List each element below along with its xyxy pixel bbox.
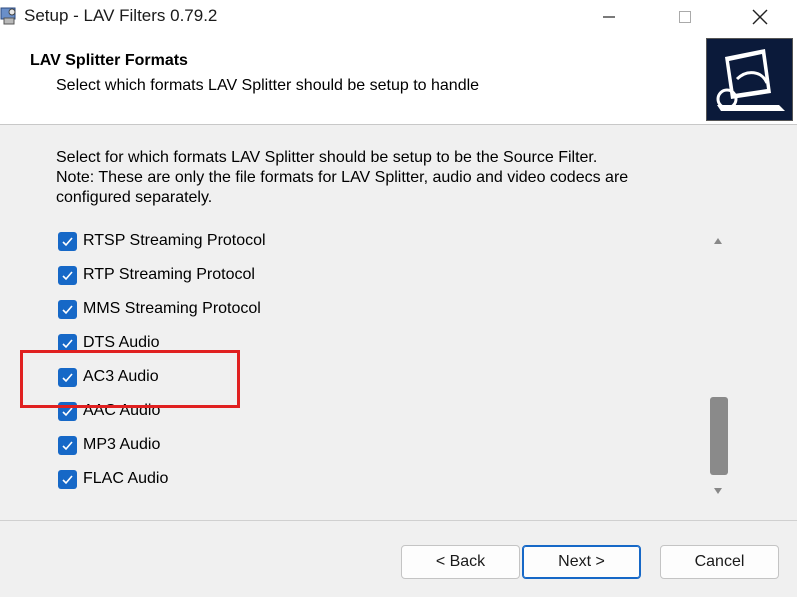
description-line-1: Select for which formats LAV Splitter sh… (56, 149, 598, 166)
installer-logo (706, 38, 793, 121)
checkbox-checked[interactable] (58, 469, 77, 489)
format-label: DTS Audio (83, 334, 160, 351)
format-item-dts[interactable]: DTS Audio (58, 331, 159, 355)
maximize-icon (679, 11, 691, 23)
formats-list: RTSP Streaming Protocol RTP Streaming Pr… (46, 222, 706, 504)
check-icon (62, 270, 73, 280)
description-text: Select for which formats LAV Splitter sh… (56, 148, 736, 208)
checkbox-checked[interactable] (58, 401, 77, 421)
cancel-button[interactable]: Cancel (660, 545, 779, 579)
format-label: RTP Streaming Protocol (83, 266, 255, 283)
close-button[interactable] (737, 0, 783, 34)
format-label: MP3 Audio (83, 436, 161, 453)
page-header: LAV Splitter Formats Select which format… (0, 34, 797, 125)
format-item-aac[interactable]: AAC Audio (58, 399, 160, 423)
format-item-rtsp[interactable]: RTSP Streaming Protocol (58, 229, 266, 253)
description-line-3: configured separately. (56, 189, 213, 206)
checkbox-checked[interactable] (58, 265, 77, 285)
check-icon (62, 338, 73, 348)
computer-logo-icon (707, 39, 792, 120)
check-icon (62, 372, 73, 382)
format-item-flac[interactable]: FLAC Audio (58, 467, 168, 491)
check-icon (62, 440, 73, 450)
format-label: RTSP Streaming Protocol (83, 232, 266, 249)
setup-app-icon (0, 6, 18, 26)
minimize-icon (603, 16, 615, 18)
format-item-mp3[interactable]: MP3 Audio (58, 433, 160, 457)
formats-scrollbar[interactable] (706, 222, 730, 504)
format-item-ac3[interactable]: AC3 Audio (58, 365, 159, 389)
format-item-mms[interactable]: MMS Streaming Protocol (58, 297, 261, 321)
title-bar: Setup - LAV Filters 0.79.2 (0, 0, 797, 34)
format-label: AAC Audio (83, 402, 161, 419)
footer-divider (0, 520, 797, 521)
description-line-2: Note: These are only the file formats fo… (56, 169, 629, 186)
next-button[interactable]: Next > (522, 545, 641, 579)
format-item-rtp[interactable]: RTP Streaming Protocol (58, 263, 255, 287)
scroll-up-icon[interactable] (713, 232, 723, 250)
check-icon (62, 304, 73, 314)
check-icon (62, 406, 73, 416)
check-icon (62, 474, 73, 484)
format-label: MMS Streaming Protocol (83, 300, 261, 317)
checkbox-checked[interactable] (58, 435, 77, 455)
setup-window: Setup - LAV Filters 0.79.2 LAV Splitter … (0, 0, 797, 597)
checkbox-checked[interactable] (58, 367, 77, 387)
format-label: AC3 Audio (83, 368, 159, 385)
checkbox-checked[interactable] (58, 231, 77, 251)
minimize-button[interactable] (586, 0, 632, 34)
page-subtitle: Select which formats LAV Splitter should… (56, 77, 480, 94)
scroll-thumb[interactable] (710, 397, 728, 475)
checkbox-checked[interactable] (58, 333, 77, 353)
window-title: Setup - LAV Filters 0.79.2 (24, 6, 218, 25)
format-label: FLAC Audio (83, 470, 169, 487)
maximize-button[interactable] (662, 0, 708, 34)
scroll-down-icon[interactable] (713, 482, 723, 500)
page-title: LAV Splitter Formats (30, 52, 188, 69)
check-icon (62, 236, 73, 246)
back-button[interactable]: < Back (401, 545, 520, 579)
close-icon (752, 9, 768, 25)
checkbox-checked[interactable] (58, 299, 77, 319)
